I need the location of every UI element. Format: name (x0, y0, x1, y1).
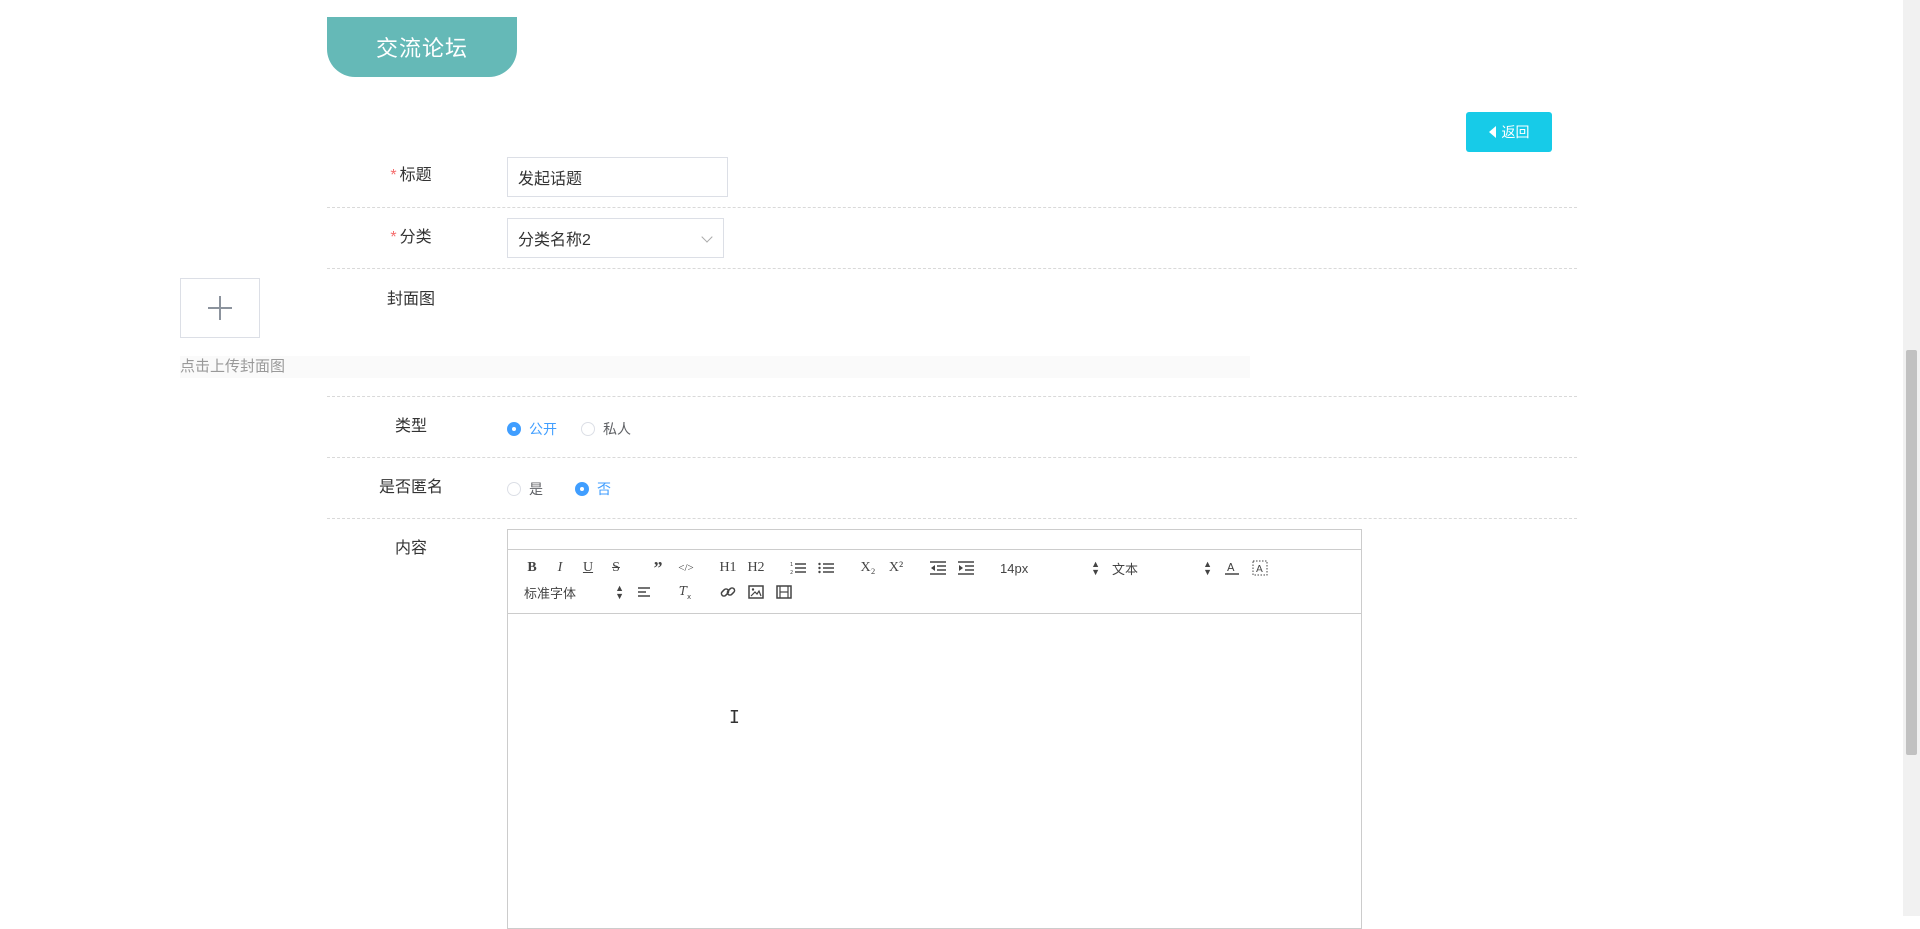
back-button-label: 返回 (1501, 124, 1530, 140)
radio-unchecked-icon (507, 482, 521, 496)
svg-text:A: A (1227, 561, 1235, 574)
content-label: 内容 (327, 538, 495, 560)
svg-text:2: 2 (790, 570, 793, 575)
required-mark: * (390, 167, 397, 184)
sort-caret-icon: ▲ ▼ (615, 583, 624, 601)
cover-label-text: 封面图 (386, 291, 435, 308)
font-size-select[interactable]: 14px ▲ ▼ (994, 556, 1106, 580)
align-icon[interactable] (630, 580, 658, 604)
category-label-text: 分类 (399, 229, 432, 246)
radio-checked-icon (507, 422, 521, 436)
editor-content-area[interactable] (508, 616, 1361, 928)
svg-text:1: 1 (790, 562, 793, 568)
title-input-value: 发起话题 (518, 171, 583, 188)
title-label: * 标题 (327, 165, 495, 187)
type-label-text: 类型 (394, 418, 427, 435)
toolbar-row-1: B I U S ” </> H1 H2 12 X₂ X² 14px ▲ ▼ 文本… (518, 556, 1351, 580)
type-radio-private[interactable]: 私人 (581, 419, 631, 439)
toolbar-row-2: 标准字体 ▲ ▼ Tx (518, 580, 1351, 604)
bullet-list-icon[interactable] (812, 556, 840, 580)
header-select[interactable]: 文本 ▲ ▼ (1106, 556, 1218, 580)
content-label-text: 内容 (394, 540, 427, 557)
cover-upload-tip: 点击上传封面图 (180, 356, 1250, 378)
superscript-button[interactable]: X² (882, 556, 910, 580)
indent-icon[interactable] (952, 556, 980, 580)
radio-checked-icon (575, 482, 589, 496)
header2-button[interactable]: H2 (742, 556, 770, 580)
underline-button[interactable]: U (574, 556, 602, 580)
cover-label: 封面图 (327, 289, 495, 311)
anonymous-label: 是否匿名 (327, 477, 495, 499)
outdent-icon[interactable] (924, 556, 952, 580)
type-option-public-label: 公开 (529, 421, 557, 437)
anonymous-option-yes-label: 是 (529, 481, 543, 497)
type-radio-public[interactable]: 公开 (507, 419, 557, 439)
subscript-button[interactable]: X₂ (854, 556, 882, 580)
category-row: * 分类 分类名称2 (327, 208, 1577, 269)
page-title-banner: 交流论坛 (327, 17, 517, 77)
bold-button[interactable]: B (518, 556, 546, 580)
title-label-text: 标题 (399, 167, 432, 184)
video-icon[interactable] (770, 580, 798, 604)
type-option-private-label: 私人 (603, 421, 631, 437)
font-family-value: 标准字体 (524, 585, 577, 601)
type-radio-group: 公开 私人 (507, 419, 655, 439)
title-row: * 标题 发起话题 (327, 153, 1577, 208)
plus-icon (208, 296, 232, 320)
category-select-value: 分类名称2 (518, 232, 591, 249)
editor-top-bar (508, 530, 1361, 550)
anonymous-option-no-label: 否 (597, 481, 611, 497)
header1-button[interactable]: H1 (714, 556, 742, 580)
anonymous-radio-no[interactable]: 否 (575, 479, 611, 499)
anonymous-row: 是否匿名 是 否 (327, 458, 1577, 519)
chevron-down-icon (701, 231, 713, 243)
title-input[interactable]: 发起话题 (507, 157, 728, 197)
caret-left-icon (1488, 126, 1496, 138)
category-select[interactable]: 分类名称2 (507, 218, 724, 258)
anonymous-radio-group: 是 否 (507, 479, 635, 499)
image-icon[interactable] (742, 580, 770, 604)
cover-upload-button[interactable] (180, 278, 260, 338)
svg-text:A: A (1256, 564, 1263, 575)
anonymous-label-text: 是否匿名 (378, 479, 443, 496)
header-select-value: 文本 (1112, 561, 1139, 577)
font-color-icon[interactable]: A (1218, 556, 1246, 580)
blockquote-button[interactable]: ” (644, 556, 672, 580)
svg-text:x: x (687, 593, 691, 600)
category-label: * 分类 (327, 227, 495, 249)
page-title: 交流论坛 (375, 36, 468, 61)
italic-button[interactable]: I (546, 556, 574, 580)
background-color-icon[interactable]: A (1246, 556, 1274, 580)
font-size-value: 14px (1000, 560, 1029, 576)
text-cursor-icon: I (729, 707, 740, 728)
anonymous-radio-yes[interactable]: 是 (507, 479, 543, 499)
type-label: 类型 (327, 416, 495, 438)
radio-unchecked-icon (581, 422, 595, 436)
editor-toolbar: B I U S ” </> H1 H2 12 X₂ X² 14px ▲ ▼ 文本… (508, 550, 1361, 614)
page-scrollbar[interactable] (1903, 0, 1920, 916)
link-icon[interactable] (714, 580, 742, 604)
code-block-button[interactable]: </> (672, 556, 700, 580)
ordered-list-icon[interactable]: 12 (784, 556, 812, 580)
type-row: 类型 公开 私人 (327, 397, 1577, 458)
scrollbar-thumb[interactable] (1906, 350, 1917, 755)
rich-text-editor: B I U S ” </> H1 H2 12 X₂ X² 14px ▲ ▼ 文本… (507, 529, 1362, 929)
sort-caret-icon: ▲ ▼ (1091, 559, 1100, 577)
strike-button[interactable]: S (602, 556, 630, 580)
back-button[interactable]: 返回 (1466, 112, 1552, 152)
required-mark: * (390, 229, 397, 246)
sort-caret-icon: ▲ ▼ (1203, 559, 1212, 577)
font-family-select[interactable]: 标准字体 ▲ ▼ (518, 580, 630, 604)
clear-format-icon[interactable]: Tx (672, 580, 700, 604)
